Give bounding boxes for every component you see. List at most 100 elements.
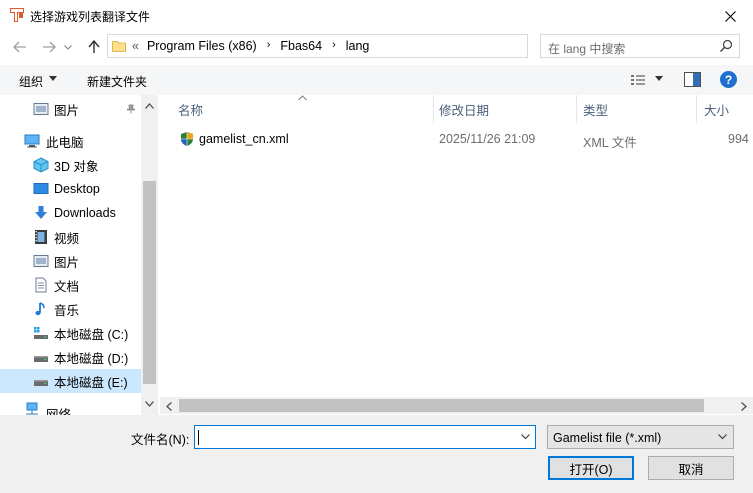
- nav-item-drive-d[interactable]: 本地磁盘 (D:): [0, 345, 141, 369]
- computer-icon: [24, 134, 40, 148]
- nav-item-this-pc[interactable]: 此电脑: [0, 129, 141, 153]
- nav-item-videos[interactable]: 视频: [0, 225, 141, 249]
- scroll-right-icon[interactable]: [738, 400, 750, 412]
- organize-button[interactable]: 组织: [19, 73, 43, 90]
- window-title: 选择游戏列表翻译文件: [30, 10, 151, 24]
- nav-item-label: 本地磁盘 (E:): [54, 375, 128, 390]
- 3d-objects-icon: [33, 157, 49, 173]
- column-header-name[interactable]: 名称: [178, 95, 203, 123]
- filename-label: 文件名(N):: [131, 433, 190, 447]
- nav-item-label: 本地磁盘 (C:): [54, 327, 129, 342]
- column-header-type[interactable]: 类型: [583, 95, 608, 123]
- videos-icon: [35, 230, 47, 244]
- scroll-left-icon[interactable]: [163, 400, 175, 412]
- nav-item-label: 本地磁盘 (D:): [54, 351, 129, 366]
- scroll-down-icon[interactable]: [143, 398, 155, 410]
- breadcrumb-lang[interactable]: lang: [346, 39, 370, 53]
- new-folder-button[interactable]: 新建文件夹: [87, 73, 147, 90]
- app-icon: [10, 8, 24, 22]
- xml-file-icon: [181, 132, 193, 146]
- up-button[interactable]: [83, 36, 105, 58]
- column-divider[interactable]: [433, 95, 434, 123]
- nav-item-label: Downloads: [54, 206, 116, 220]
- dialog-footer: 文件名(N): Gamelist file (*.xml) 打开(O) 取消: [0, 415, 753, 493]
- nav-scrollbar[interactable]: [141, 95, 158, 415]
- back-button[interactable]: [9, 36, 31, 58]
- column-header-size[interactable]: 大小: [704, 95, 729, 123]
- text-caret: [198, 430, 199, 445]
- help-icon[interactable]: ?: [720, 71, 737, 88]
- nav-item-pictures-quick[interactable]: 图片: [0, 97, 141, 121]
- file-type: XML 文件: [583, 136, 637, 150]
- column-divider[interactable]: [576, 95, 577, 123]
- arrow-left-icon: [13, 41, 26, 53]
- filetype-select[interactable]: Gamelist file (*.xml): [547, 425, 734, 449]
- file-size: 994: [728, 132, 749, 146]
- nav-item-label: 此电脑: [46, 135, 84, 150]
- nav-item-3d-objects[interactable]: 3D 对象: [0, 153, 141, 177]
- nav-item-label: 图片: [54, 255, 80, 270]
- nav-item-desktop[interactable]: Desktop: [0, 177, 141, 201]
- nav-item-downloads[interactable]: Downloads: [0, 201, 141, 225]
- search-placeholder: 在 lang 中搜索: [548, 42, 626, 56]
- drive-icon: [34, 380, 48, 386]
- file-list: 名称 修改日期 类型 大小 gamelist_cn.xml 2025/11/26…: [160, 95, 753, 395]
- scroll-up-icon[interactable]: [143, 100, 155, 112]
- nav-item-music[interactable]: 音乐: [0, 297, 141, 321]
- breadcrumb-separator[interactable]: ›: [267, 39, 271, 53]
- folder-icon: [112, 41, 126, 52]
- address-bar[interactable]: « Program Files (x86) › Fbas64 › lang: [107, 34, 627, 58]
- preview-pane-icon[interactable]: [684, 72, 701, 87]
- breadcrumb-program-files[interactable]: Program Files (x86): [147, 39, 257, 53]
- forward-button[interactable]: [38, 36, 60, 58]
- column-divider[interactable]: [696, 95, 697, 123]
- nav-item-label: 图片: [54, 103, 80, 118]
- breadcrumb: « Program Files (x86) › Fbas64 › lang: [132, 39, 369, 53]
- close-button[interactable]: [707, 0, 753, 32]
- nav-item-network[interactable]: 网络: [0, 399, 141, 415]
- navigation-pane: 图片 此电脑 3D 对象 Desktop Downloads 视频 图片 文档 …: [0, 95, 158, 415]
- caret-down-icon[interactable]: [655, 76, 663, 81]
- list-horizontal-scrollbar[interactable]: [160, 397, 753, 414]
- search-input[interactable]: 在 lang 中搜索: [540, 34, 740, 58]
- breadcrumb-overflow[interactable]: «: [132, 39, 139, 53]
- downloads-icon: [35, 206, 47, 219]
- nav-item-drive-e[interactable]: 本地磁盘 (E:): [0, 369, 141, 393]
- breadcrumb-fbas64[interactable]: Fbas64: [280, 39, 322, 53]
- nav-item-label: 视频: [54, 231, 80, 246]
- filetype-selected: Gamelist file (*.xml): [553, 431, 662, 445]
- nav-item-label: Desktop: [54, 182, 100, 196]
- nav-scroll-thumb[interactable]: [143, 181, 156, 384]
- nav-item-label: 文档: [54, 279, 80, 294]
- search-icon: [720, 39, 733, 52]
- caret-down-icon[interactable]: [49, 76, 57, 81]
- pictures-icon: [33, 103, 49, 115]
- column-header-modified[interactable]: 修改日期: [439, 95, 489, 123]
- table-row[interactable]: gamelist_cn.xml 2025/11/26 21:09 XML 文件 …: [160, 127, 753, 151]
- chevron-down-icon: [718, 434, 727, 440]
- chevron-down-icon[interactable]: [520, 431, 531, 442]
- chevron-down-icon: [64, 44, 72, 50]
- pictures-icon: [33, 255, 49, 267]
- nav-item-pictures[interactable]: 图片: [0, 249, 141, 273]
- file-modified: 2025/11/26 21:09: [439, 132, 536, 146]
- system-drive-icon: [34, 327, 48, 339]
- view-options-icon[interactable]: [630, 72, 646, 88]
- close-icon: [724, 10, 736, 22]
- recent-locations-button[interactable]: [60, 36, 76, 58]
- nav-item-drive-c[interactable]: 本地磁盘 (C:): [0, 321, 141, 345]
- desktop-icon: [33, 183, 49, 194]
- documents-icon: [35, 277, 47, 293]
- list-scroll-thumb[interactable]: [179, 399, 704, 412]
- cancel-button[interactable]: 取消: [648, 456, 734, 480]
- filename-input[interactable]: [194, 425, 536, 449]
- open-button[interactable]: 打开(O): [548, 456, 634, 480]
- music-icon: [35, 302, 45, 316]
- pin-icon: [127, 104, 135, 114]
- breadcrumb-separator[interactable]: ›: [332, 39, 336, 53]
- toolbar: 组织 新建文件夹 ?: [0, 65, 753, 95]
- network-icon: [26, 402, 38, 415]
- file-name: gamelist_cn.xml: [199, 132, 289, 146]
- nav-item-label: 音乐: [54, 303, 80, 318]
- nav-item-documents[interactable]: 文档: [0, 273, 141, 297]
